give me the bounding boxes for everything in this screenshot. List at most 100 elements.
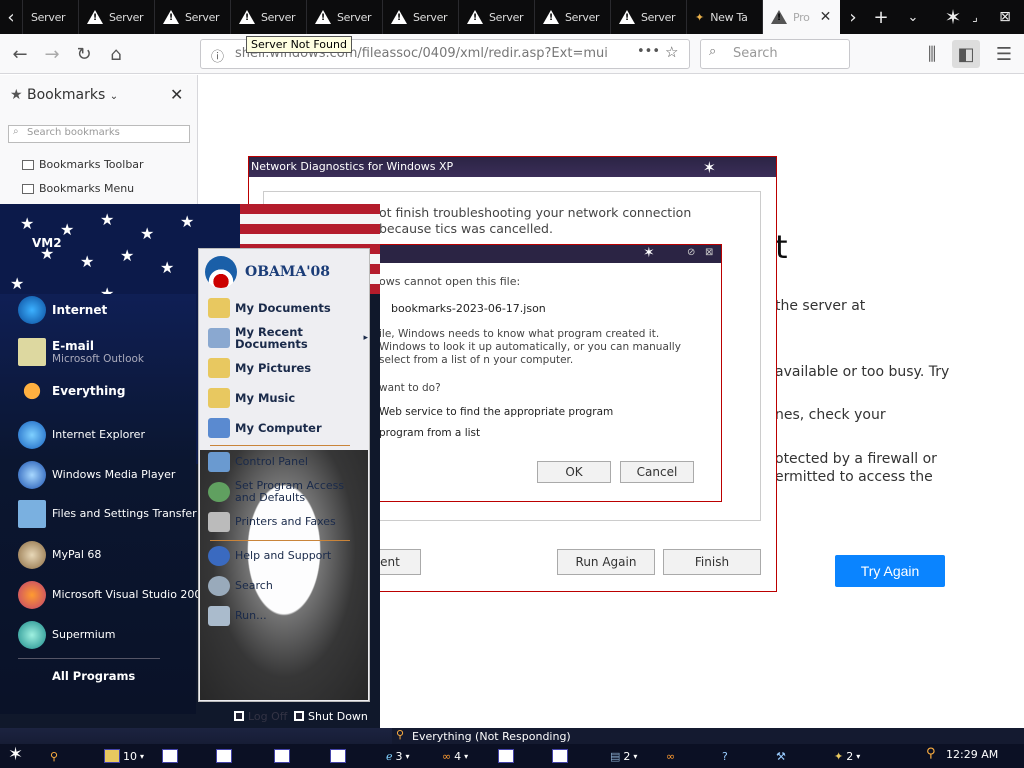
taskbar-window[interactable] — [162, 746, 178, 766]
start-item-label: My Recent Documents — [235, 325, 308, 351]
star-icon: ★ — [140, 224, 155, 243]
start-item-help[interactable]: Help and Support — [208, 546, 331, 566]
log-off-button[interactable]: Log Off — [248, 710, 287, 723]
option-select-from-list[interactable]: program from a list — [379, 427, 480, 439]
close-sidebar-icon[interactable]: ✕ — [170, 85, 183, 104]
bookmark-star-icon[interactable]: ☆ — [665, 43, 678, 61]
taskbar-window[interactable] — [552, 746, 568, 766]
close-dialog-icon[interactable]: ⊠ — [705, 247, 713, 258]
taskbar-button[interactable]: ? — [722, 746, 728, 766]
sidebar-header[interactable]: ★ Bookmarks ⌄ — [10, 87, 118, 103]
chevron-down-icon: ▾ — [140, 751, 145, 761]
try-again-button[interactable]: Try Again — [835, 555, 945, 587]
bookmark-search-input[interactable]: ⌕ Search bookmarks — [8, 125, 190, 143]
dialog-titlebar[interactable]: ✶ ⊘ ⊠ — [379, 245, 721, 263]
start-item-search[interactable]: Search — [208, 576, 273, 596]
start-item-my-documents[interactable]: My Documents — [208, 298, 331, 318]
info-icon[interactable]: ⓘ — [211, 46, 224, 65]
library-icon[interactable]: ⫼ — [918, 40, 946, 68]
log-off-icon — [234, 711, 244, 721]
start-item-control-panel[interactable]: Control Panel — [208, 452, 308, 472]
start-button-star-icon[interactable]: ✶ — [8, 744, 23, 765]
window-titlebar[interactable]: Network Diagnostics for Windows XP — [249, 157, 776, 177]
taskbar-button[interactable]: ∞ — [666, 746, 675, 766]
taskbar-window[interactable] — [216, 746, 232, 766]
sidebar-toggle-icon[interactable]: ◧ — [952, 40, 980, 68]
bookmarks-toolbar-item[interactable]: Bookmarks Toolbar — [22, 158, 144, 171]
tab-server-1[interactable]: Server — [22, 0, 78, 34]
bookmarks-menu-item[interactable]: Bookmarks Menu — [22, 182, 134, 195]
taskbar-window[interactable] — [274, 746, 290, 766]
tab-new-tab[interactable]: ✦ New Ta — [686, 0, 762, 34]
taskbar-button[interactable]: ⚒ — [776, 746, 786, 766]
start-item-my-computer[interactable]: My Computer — [208, 418, 322, 438]
campaign-logo: OBAMA'08 — [205, 256, 330, 288]
start-item-internet-explorer[interactable]: Internet Explorer — [18, 421, 145, 449]
forward-arrow-icon[interactable]: → — [38, 40, 66, 68]
start-item-internet[interactable]: Internet — [18, 296, 107, 324]
start-item-visual-studio[interactable]: Microsoft Visual Studio 2008 — [18, 581, 208, 609]
pin-icon[interactable]: ⊘ — [687, 247, 695, 258]
tab-server-6[interactable]: Server — [382, 0, 458, 34]
start-item-recent-documents[interactable]: My Recent Documents ▸ — [208, 326, 368, 350]
star-decoration-icon: ✶ — [643, 245, 655, 261]
taskbar-group-documents[interactable]: ▤ 2 ▾ — [610, 746, 637, 766]
ok-button[interactable]: OK — [537, 461, 611, 483]
back-arrow-icon[interactable]: ← — [6, 40, 34, 68]
tab-server-2[interactable]: Server — [78, 0, 154, 34]
run-icon — [208, 606, 230, 626]
close-tab-icon[interactable]: ✕ — [820, 9, 832, 25]
group-count: 4 — [454, 749, 462, 763]
tab-list-chevron-icon[interactable]: ⌄ — [898, 0, 928, 34]
tab-server-8[interactable]: Server — [534, 0, 610, 34]
run-again-button[interactable]: Run Again — [557, 549, 655, 575]
tab-server-3[interactable]: Server — [154, 0, 230, 34]
puzzle-icon: ✦ — [695, 10, 705, 24]
tab-active[interactable]: Pro ✕ — [762, 0, 840, 34]
taskbar-button[interactable]: ⚲ — [50, 746, 58, 766]
tray-magnifier-icon[interactable]: ⚲ — [926, 746, 936, 761]
search-input[interactable]: ⌕ Search — [700, 39, 850, 69]
start-item-printers[interactable]: Printers and Faxes — [208, 512, 336, 532]
bookmark-search-placeholder: Search bookmarks — [27, 127, 120, 138]
taskbar-window[interactable] — [330, 746, 346, 766]
page-actions-icon[interactable]: ••• — [637, 44, 660, 59]
taskbar-window[interactable] — [498, 746, 514, 766]
taskbar-group-vs[interactable]: ∞ 4 ▾ — [442, 746, 468, 766]
option-web-service[interactable]: Web service to find the appropriate prog… — [379, 406, 613, 418]
start-item-email[interactable]: E-mail Microsoft Outlook — [18, 338, 144, 366]
shut-down-button[interactable]: Shut Down — [308, 710, 368, 723]
tab-scroll-right-icon[interactable]: › — [838, 0, 868, 34]
start-item-media-player[interactable]: Windows Media Player — [18, 461, 175, 489]
menu-hamburger-icon[interactable]: ☰ — [990, 40, 1018, 68]
home-icon[interactable]: ⌂ — [102, 40, 130, 68]
start-item-mypal[interactable]: MyPal 68 — [18, 541, 101, 569]
start-item-program-access[interactable]: Set Program Access and Defaults — [208, 480, 358, 504]
cancel-button[interactable]: Cancel — [620, 461, 694, 483]
start-item-my-music[interactable]: My Music — [208, 388, 295, 408]
minimize-icon[interactable]: ⌟ — [960, 0, 990, 34]
close-window-icon[interactable]: ⊠ — [990, 0, 1020, 34]
start-item-run[interactable]: Run... — [208, 606, 267, 626]
start-item-everything[interactable]: Everything — [18, 377, 125, 405]
start-item-supermium[interactable]: Supermium — [18, 621, 116, 649]
tab-server-5[interactable]: Server — [306, 0, 382, 34]
tab-label: New Ta — [710, 10, 748, 24]
tab-server-4[interactable]: Server — [230, 0, 306, 34]
tab-scroll-left-icon[interactable]: ‹ — [0, 0, 22, 34]
finish-button[interactable]: Finish — [663, 549, 761, 575]
taskbar-group-ie[interactable]: ℯ 3 ▾ — [386, 746, 410, 766]
tool-icon: ⚒ — [776, 749, 786, 763]
taskbar-group-explorer[interactable]: 10 ▾ — [104, 746, 144, 766]
everything-not-responding-task[interactable]: ⚲ Everything (Not Responding) — [392, 728, 1024, 744]
tab-server-9[interactable]: Server — [610, 0, 686, 34]
start-item-label: My Music — [235, 391, 296, 405]
tab-server-7[interactable]: Server — [458, 0, 534, 34]
all-programs-button[interactable]: All Programs — [52, 669, 135, 683]
reload-icon[interactable]: ↻ — [70, 40, 98, 68]
diagnostics-message: ot finish troubleshooting your network c… — [379, 205, 692, 236]
start-item-label: Supermium — [52, 628, 116, 641]
start-item-my-pictures[interactable]: My Pictures — [208, 358, 311, 378]
new-tab-plus-icon[interactable]: + — [866, 0, 896, 34]
taskbar-group-mypal[interactable]: ✦ 2 ▾ — [834, 746, 860, 766]
